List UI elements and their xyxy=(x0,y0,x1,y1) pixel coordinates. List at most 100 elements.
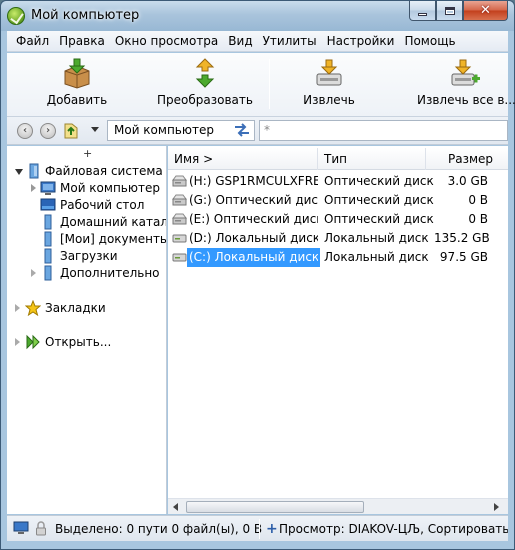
table-row[interactable]: (G:) Оптический диск Оптический диск 0 B xyxy=(168,191,508,210)
back-button[interactable]: ‹ xyxy=(17,123,33,139)
file-type: Локальный диск xyxy=(324,250,429,264)
open-icon xyxy=(26,334,40,350)
file-size: 0 B xyxy=(468,212,488,226)
lock-icon xyxy=(36,521,46,536)
app-logo-icon xyxy=(7,7,25,25)
forward-button[interactable]: › xyxy=(40,123,56,139)
file-size: 3.0 GB xyxy=(447,174,488,188)
tree-item-my-computer[interactable]: Мой компьютер xyxy=(7,180,166,197)
folder-icon xyxy=(44,231,52,247)
desktop-icon xyxy=(40,198,56,211)
computer-icon xyxy=(40,181,56,195)
column-size-header[interactable]: Размер xyxy=(426,148,508,170)
extract-button[interactable]: Извлечь xyxy=(297,55,361,113)
tree-item-label: Файловая система xyxy=(45,164,163,178)
menu-file[interactable]: Файл xyxy=(11,31,54,51)
collapsed-arrow-icon[interactable] xyxy=(31,184,36,192)
file-type: Оптический диск xyxy=(324,193,434,207)
view-status: Просмотр: DIAKOV-ЦЉ, Сортировать по xyxy=(279,522,508,536)
scroll-right-icon[interactable] xyxy=(494,503,499,511)
file-size: 0 B xyxy=(468,193,488,207)
file-type: Оптический диск xyxy=(324,174,434,188)
table-row[interactable]: (H:) GSP1RMCULXFRE... Оптический диск 3.… xyxy=(168,172,508,191)
convert-icon xyxy=(195,58,215,88)
tree-item-label: [Мои] документы xyxy=(60,232,167,246)
tree-item-bookmarks[interactable]: Закладки xyxy=(7,300,166,317)
table-row[interactable]: (E:) Оптический диск Оптический диск 0 B xyxy=(168,210,508,229)
maximize-icon xyxy=(444,6,455,15)
hard-drive-icon xyxy=(172,253,187,262)
file-name: (C:) Локальный диск xyxy=(189,250,318,264)
table-row-selected[interactable]: (C:) Локальный диск Локальный диск 97.5 … xyxy=(168,248,508,267)
extract-all-label: Извлечь все в... xyxy=(417,93,515,107)
app-window: Мой компьютер ✕ Файл Правка Окно просмот… xyxy=(0,0,515,550)
menu-edit[interactable]: Правка xyxy=(54,31,110,51)
extract-all-button[interactable]: Извлечь все в... xyxy=(417,55,515,113)
table-row[interactable]: (D:) Локальный диск Локальный диск 135.2… xyxy=(168,229,508,248)
extract-icon xyxy=(316,59,342,86)
refresh-icon[interactable] xyxy=(233,122,251,138)
filesystem-icon xyxy=(29,163,39,179)
toolbar-separator xyxy=(269,59,270,109)
tree-expand-icon[interactable]: + xyxy=(83,147,92,160)
menu-help[interactable]: Помощь xyxy=(399,31,460,51)
expand-arrow-icon[interactable] xyxy=(15,169,23,175)
menu-view-window[interactable]: Окно просмотра xyxy=(110,31,223,51)
file-type: Локальный диск xyxy=(324,231,429,245)
folder-up-icon[interactable] xyxy=(63,121,79,139)
tree-item-downloads[interactable]: Загрузки xyxy=(7,248,166,265)
tree-item-label: Загрузки xyxy=(60,249,118,263)
extract-label: Извлечь xyxy=(303,93,355,107)
tree-item-desktop[interactable]: Рабочий стол xyxy=(7,197,166,214)
collapsed-arrow-icon[interactable] xyxy=(15,338,20,346)
collapsed-arrow-icon[interactable] xyxy=(31,269,36,277)
tree-item-documents[interactable]: [Мои] документы xyxy=(7,231,167,248)
scroll-thumb[interactable] xyxy=(186,501,364,513)
tree-item-label: Домашний каталог xyxy=(60,215,167,229)
collapsed-arrow-icon[interactable] xyxy=(15,304,20,312)
tree-item-label: Закладки xyxy=(45,301,106,315)
window-title: Мой компьютер xyxy=(31,8,140,23)
monitor-icon xyxy=(13,521,29,534)
tree-item-label: Рабочий стол xyxy=(60,198,145,212)
add-view-icon[interactable]: + xyxy=(266,516,278,541)
tree-item-label: Дополнительно xyxy=(60,266,160,280)
folder-icon xyxy=(44,265,52,281)
filter-input[interactable]: * xyxy=(259,120,508,141)
column-name-header[interactable]: Имя > xyxy=(168,148,318,170)
optical-drive-icon xyxy=(172,213,187,225)
star-icon xyxy=(25,300,41,316)
convert-button[interactable]: Преобразовать xyxy=(157,55,253,113)
menu-view[interactable]: Вид xyxy=(223,31,257,51)
file-type: Оптический диск xyxy=(324,212,434,226)
tree-item-home[interactable]: Домашний каталог xyxy=(7,214,167,231)
title-bar[interactable]: Мой компьютер ✕ xyxy=(1,1,514,31)
optical-drive-icon xyxy=(172,175,187,187)
status-bar: Выделено: 0 пути 0 файл(ы), 0 B + Просмо… xyxy=(7,515,508,541)
menu-bar: Файл Правка Окно просмотра Вид Утилиты Н… xyxy=(7,31,508,52)
file-name: (D:) Локальный диск xyxy=(189,231,318,245)
add-button[interactable]: Добавить xyxy=(41,55,113,113)
menu-tools[interactable]: Утилиты xyxy=(258,31,322,51)
maximize-button[interactable] xyxy=(436,1,463,21)
extract-all-icon xyxy=(451,59,480,86)
minimize-button[interactable] xyxy=(409,1,436,21)
tree-item-label: Мой компьютер xyxy=(60,181,160,195)
menu-settings[interactable]: Настройки xyxy=(322,31,400,51)
tree-item-filesystem[interactable]: Файловая система xyxy=(7,163,166,180)
file-name: (E:) Оптический диск xyxy=(189,212,318,226)
file-name: (G:) Оптический диск xyxy=(189,193,318,207)
list-header: Имя > Тип Размер xyxy=(168,148,508,170)
folder-tree: + Файловая система Мой компьютер Рабочий… xyxy=(7,146,167,514)
scroll-left-icon[interactable] xyxy=(173,503,178,511)
close-button[interactable]: ✕ xyxy=(463,1,508,21)
selection-status: Выделено: 0 пути 0 файл(ы), 0 B xyxy=(55,522,263,536)
history-dropdown-icon[interactable] xyxy=(91,127,99,132)
tree-item-open[interactable]: Открыть... xyxy=(7,334,166,351)
tree-item-additional[interactable]: Дополнительно xyxy=(7,265,166,282)
file-size: 135.2 GB xyxy=(434,231,490,245)
convert-label: Преобразовать xyxy=(157,93,253,107)
column-type-header[interactable]: Тип xyxy=(318,148,426,170)
folder-icon xyxy=(44,248,52,264)
horizontal-scrollbar[interactable] xyxy=(168,498,508,514)
